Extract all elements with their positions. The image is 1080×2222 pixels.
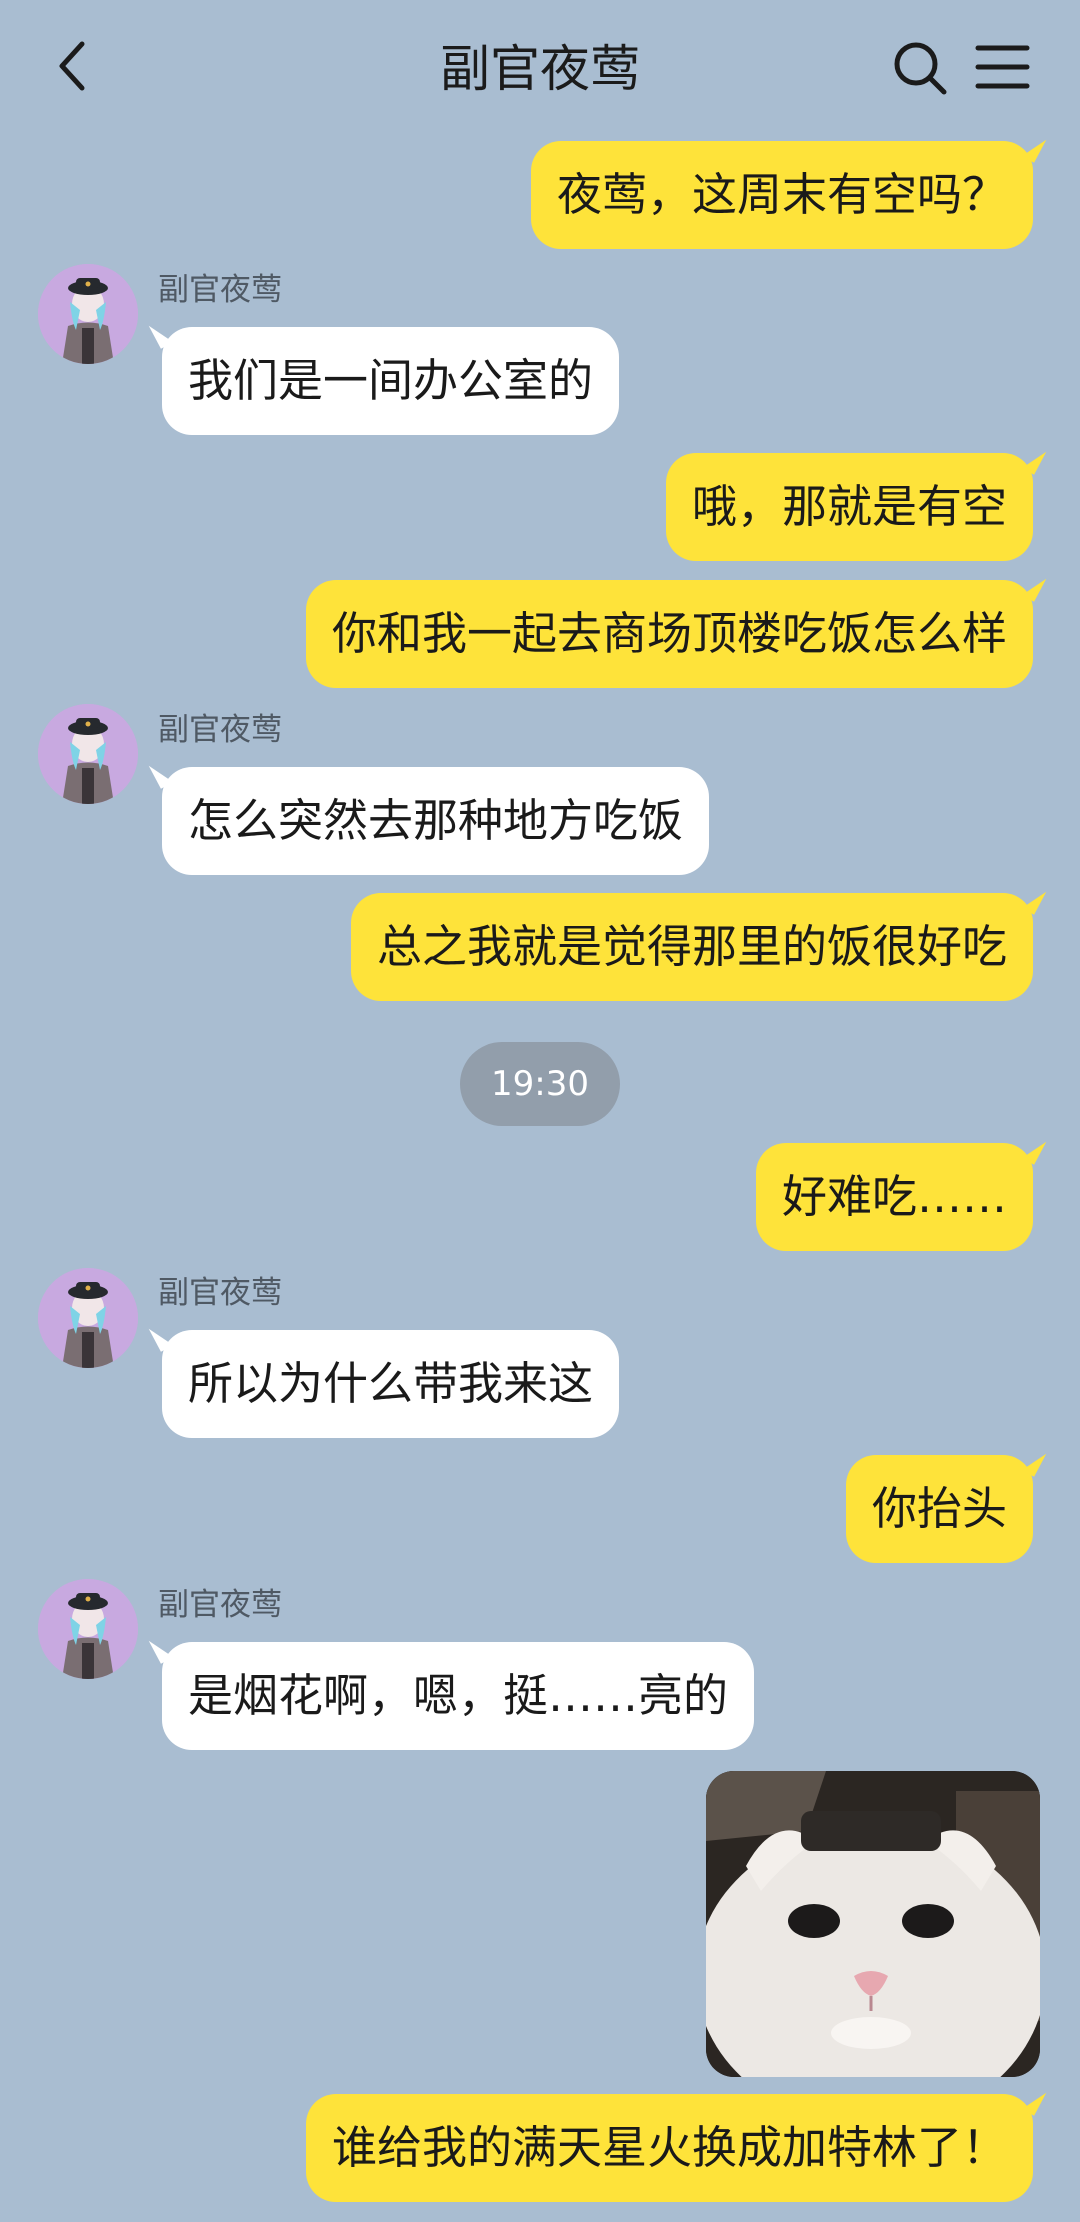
menu-icon — [975, 45, 1030, 89]
cat-face-sticker[interactable] — [706, 1771, 1040, 2077]
message-bubble-sent[interactable]: 总之我就是觉得那里的饭很好吃 — [350, 893, 1033, 1001]
message-bubble-sent[interactable]: 你和我一起去商场顶楼吃饭怎么样 — [305, 580, 1033, 688]
cat-face-icon — [706, 1771, 1040, 2077]
time-separator: 19:30 — [460, 1042, 620, 1126]
search-button[interactable] — [890, 38, 950, 98]
message-bubble-received[interactable]: 所以为什么带我来这 — [162, 1330, 620, 1438]
avatar-portrait-icon — [38, 1579, 138, 1679]
sender-name: 副官夜莺 — [158, 1275, 282, 1311]
message-bubble-sent[interactable]: 夜莺，这周末有空吗？ — [530, 141, 1033, 249]
message-bubble-sent[interactable]: 哦，那就是有空 — [665, 453, 1033, 561]
avatar-portrait-icon — [38, 264, 138, 364]
sender-name: 副官夜莺 — [158, 1587, 282, 1623]
avatar[interactable] — [38, 1579, 138, 1679]
avatar-portrait-icon — [38, 1268, 138, 1368]
menu-button[interactable] — [975, 42, 1030, 92]
message-bubble-sent[interactable]: 好难吃…… — [755, 1143, 1033, 1251]
message-bubble-received[interactable]: 怎么突然去那种地方吃饭 — [162, 767, 710, 875]
chat-header: 副官夜莺 — [0, 0, 1080, 140]
avatar[interactable] — [38, 264, 138, 364]
avatar-portrait-icon — [38, 704, 138, 804]
message-bubble-sent[interactable]: 你抬头 — [845, 1455, 1033, 1563]
search-icon — [894, 42, 947, 95]
sender-name: 副官夜莺 — [158, 712, 282, 748]
message-bubble-received[interactable]: 我们是一间办公室的 — [162, 327, 620, 435]
avatar[interactable] — [38, 1268, 138, 1368]
avatar[interactable] — [38, 704, 138, 804]
message-bubble-sent[interactable]: 谁给我的满天星火换成加特林了！ — [305, 2094, 1033, 2202]
sender-name: 副官夜莺 — [158, 272, 282, 308]
message-bubble-received[interactable]: 是烟花啊，嗯，挺……亮的 — [162, 1642, 755, 1750]
